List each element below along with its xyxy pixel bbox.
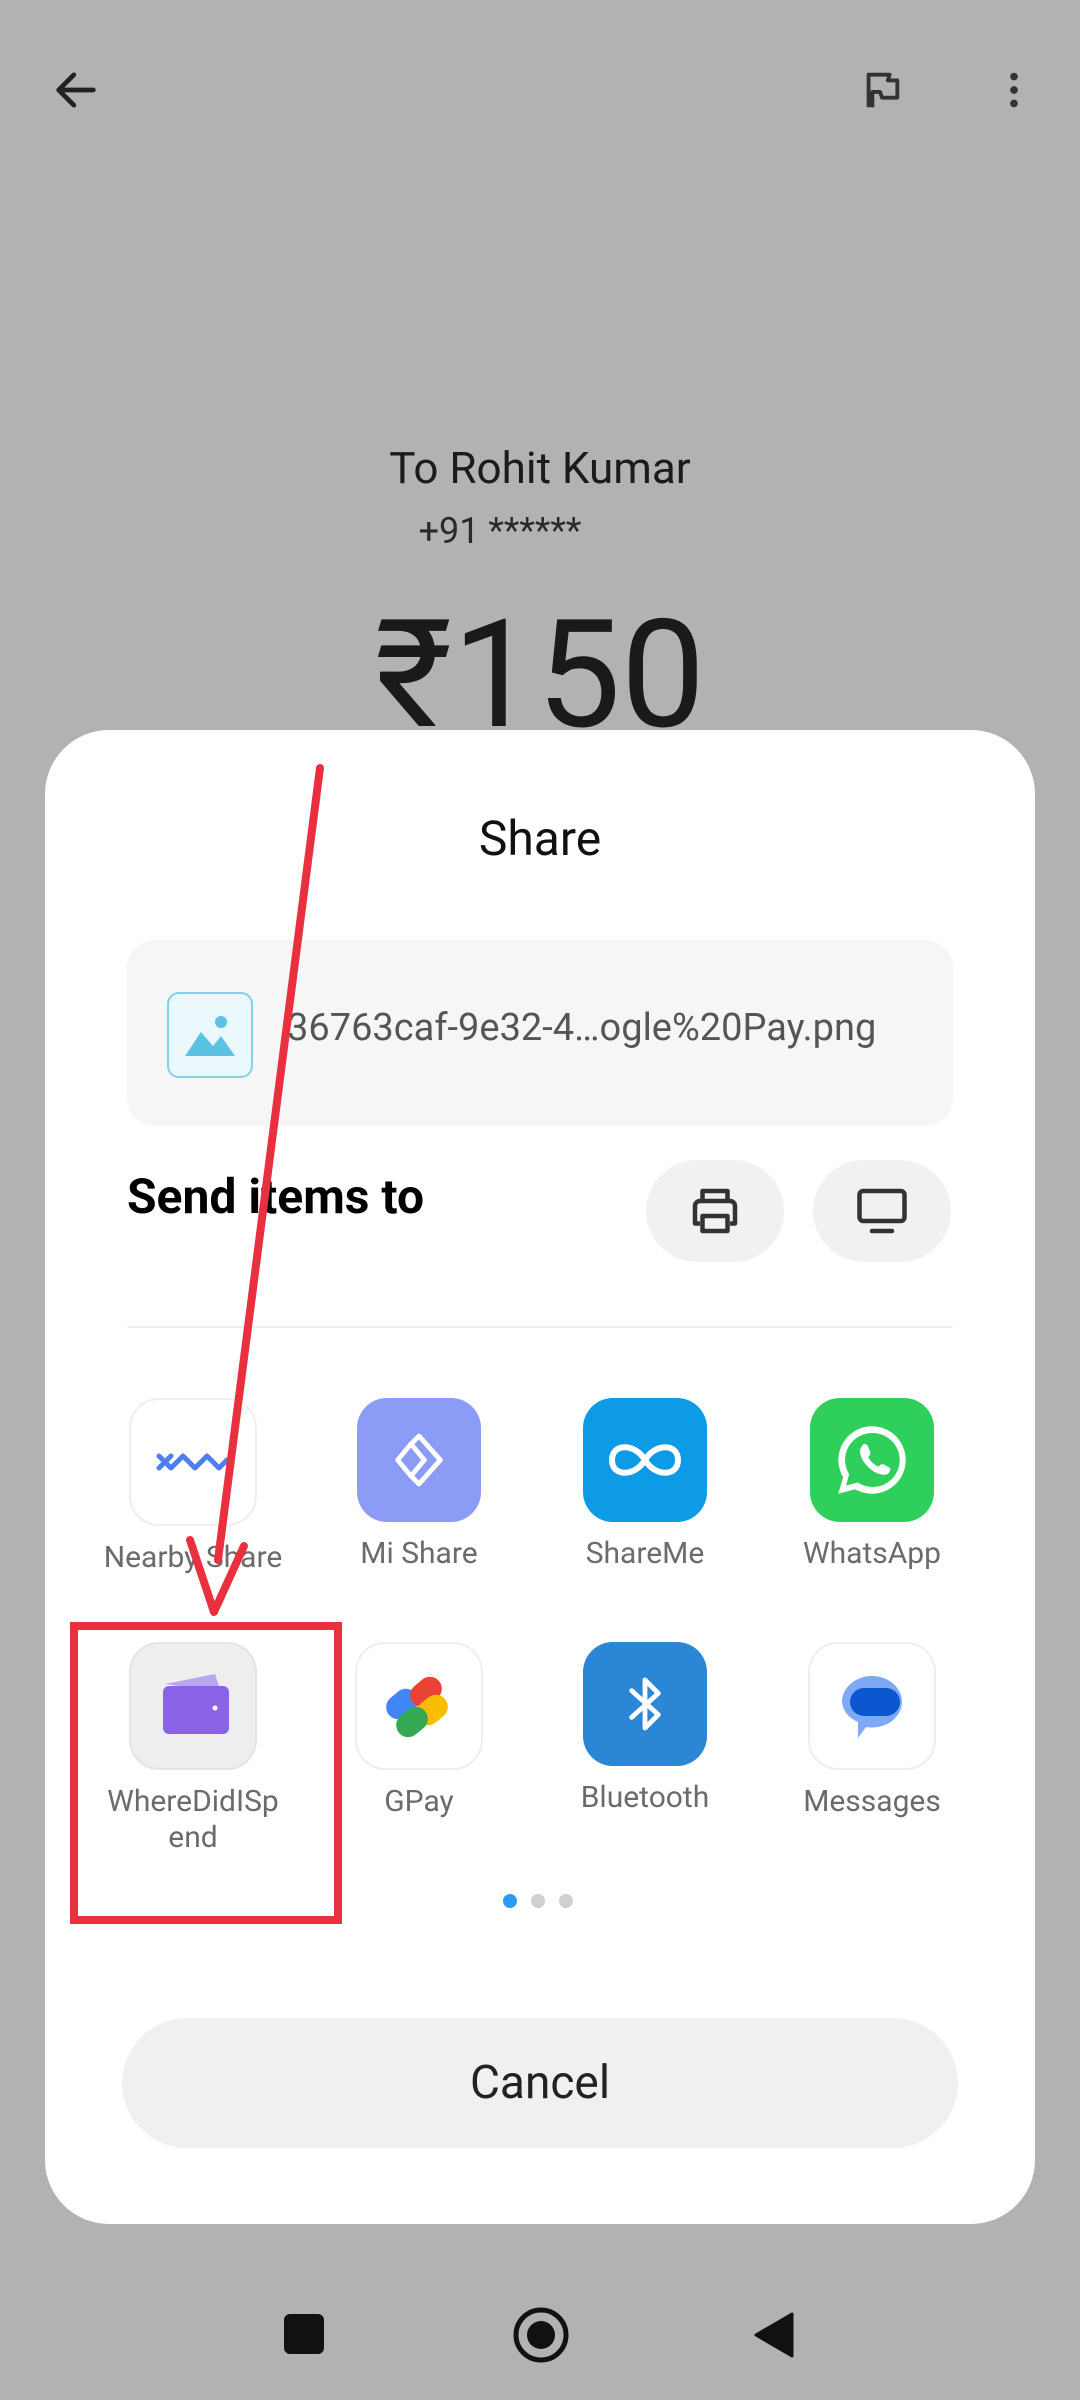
home-button[interactable]: [510, 2304, 572, 2366]
recents-button[interactable]: [284, 2314, 328, 2358]
nav-back-button[interactable]: [752, 2310, 796, 2360]
triangle-back-icon: [754, 2312, 794, 2358]
annotation-arrow: [186, 764, 324, 1616]
square-icon: [284, 2314, 324, 2354]
circle-home-icon: [513, 2307, 569, 2363]
